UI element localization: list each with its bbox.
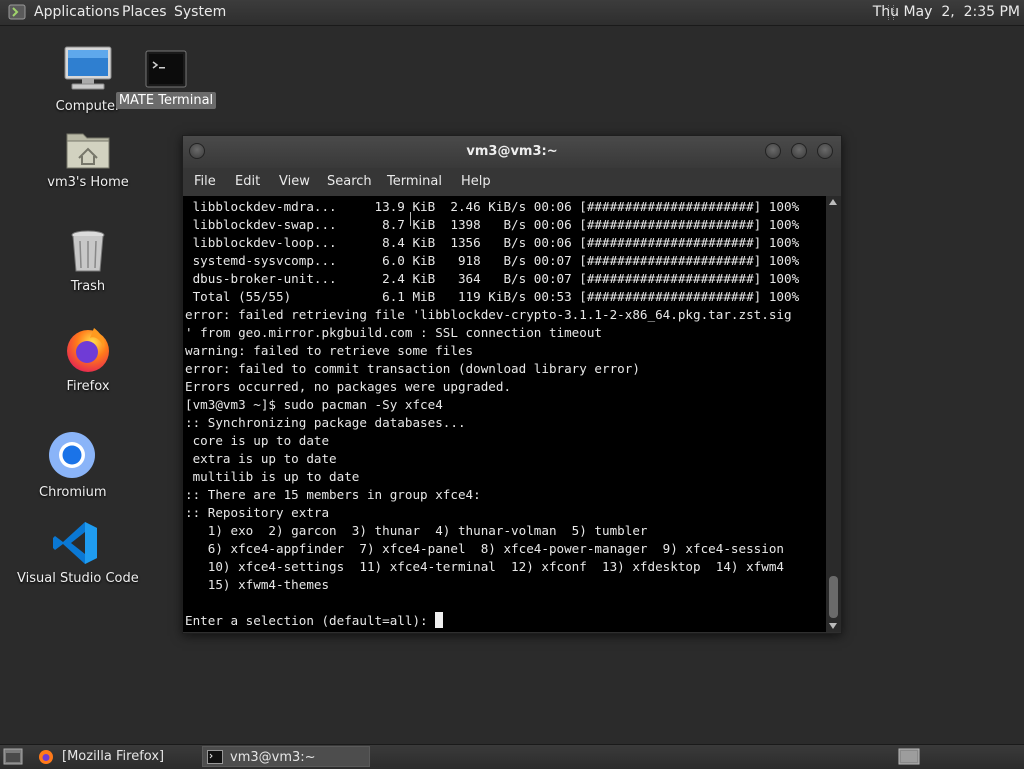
terminal-output[interactable]: libblockdev-mdra... 13.9 KiB 2.46 KiB/s … (183, 196, 826, 632)
mouse-ibeam-cursor (410, 212, 413, 226)
terminal-titlebar[interactable]: vm3@vm3:~ (183, 136, 841, 168)
desktop-icon-trash[interactable]: Trash (54, 228, 122, 295)
scroll-down-arrow-icon[interactable] (829, 623, 837, 629)
terminal-line: multilib is up to date (185, 469, 360, 484)
desktop-icon-label: MATE Terminal (115, 92, 217, 109)
taskbar-item-firefox[interactable]: [Mozilla Firefox] (34, 746, 200, 767)
menu-search[interactable]: Search (327, 168, 372, 196)
bottom-panel: [Mozilla Firefox] vm3@vm3:~ (0, 744, 1024, 769)
terminal-line: core is up to date (185, 433, 330, 448)
trash-icon (71, 230, 105, 272)
desktop-icon-label: Firefox (66, 379, 110, 394)
scrollbar-thumb[interactable] (829, 576, 838, 618)
firefox-icon (39, 750, 53, 764)
terminal-line: warning: failed to retrieve some files (185, 343, 474, 358)
terminal-line: dbus-broker-unit... 2.4 KiB 364 B/s 00:0… (185, 271, 800, 286)
scroll-up-arrow-icon[interactable] (829, 199, 837, 205)
computer-icon (64, 46, 112, 90)
desktop-icon-firefox[interactable]: Firefox (54, 324, 122, 395)
terminal-line: :: There are 15 members in group xfce4: (185, 487, 481, 502)
taskbar-item-terminal[interactable]: vm3@vm3:~ (202, 746, 370, 767)
desktop-icon-computer[interactable]: Computer (52, 44, 124, 115)
vscode-icon (53, 522, 97, 564)
desktop-icon-home[interactable]: vm3's Home (44, 128, 132, 191)
terminal-line: libblockdev-swap... 8.7 KiB 1398 B/s 00:… (185, 217, 800, 232)
applications-menu[interactable]: Applications (34, 0, 120, 25)
terminal-line: libblockdev-loop... 8.4 KiB 1356 B/s 00:… (185, 235, 800, 250)
terminal-prompt: Enter a selection (default=all): (185, 613, 436, 628)
terminal-text: libblockdev-mdra... 13.9 KiB 2.46 KiB/s … (185, 198, 799, 630)
terminal-line: error: failed to commit transaction (dow… (185, 361, 640, 376)
desktop-icon-vscode[interactable]: Visual Studio Code (14, 520, 139, 587)
desktop-icon-label: Computer (55, 99, 121, 114)
taskbar-item-label: vm3@vm3:~ (230, 750, 316, 765)
menu-edit[interactable]: Edit (235, 168, 260, 196)
menu-help[interactable]: Help (461, 168, 491, 196)
menu-file[interactable]: File (194, 168, 216, 196)
terminal-line: error: failed retrieving file 'libblockd… (185, 307, 792, 322)
terminal-line: [vm3@vm3 ~]$ sudo pacman -Sy xfce4 (185, 397, 443, 412)
maximize-button[interactable] (791, 143, 807, 159)
menu-terminal[interactable]: Terminal (387, 168, 442, 196)
terminal-line: Total (55/55) 6.1 MiB 119 KiB/s 00:53 [#… (185, 289, 800, 304)
terminal-window: vm3@vm3:~ File Edit View Search Terminal… (182, 135, 842, 634)
desktop-icon-label: Trash (70, 279, 106, 294)
window-title: vm3@vm3:~ (466, 144, 558, 159)
terminal-line: ' from geo.mirror.pkgbuild.com : SSL con… (185, 325, 603, 340)
system-menu[interactable]: System (174, 0, 226, 25)
terminal-line: 6) xfce4-appfinder 7) xfce4-panel 8) xfc… (185, 541, 784, 556)
minimize-button[interactable] (765, 143, 781, 159)
terminal-line: extra is up to date (185, 451, 337, 466)
menu-view[interactable]: View (279, 168, 310, 196)
desktop-icon-mate-terminal[interactable]: MATE Terminal (115, 50, 217, 109)
terminal-line: 10) xfce4-settings 11) xfce4-terminal 12… (185, 559, 784, 574)
terminal-line: Errors occurred, no packages were upgrad… (185, 379, 512, 394)
chromium-icon (49, 432, 95, 478)
home-folder-icon (66, 133, 110, 169)
clock[interactable]: Thu May 2, 2:35 PM (873, 0, 1020, 25)
desktop-icon-label: Chromium (39, 485, 107, 500)
desktop-icon-label: Visual Studio Code (17, 571, 139, 586)
terminal-line: :: Synchronizing package databases... (185, 415, 466, 430)
show-desktop-icon[interactable] (3, 748, 23, 765)
desktop-icon-label: vm3's Home (47, 175, 129, 190)
terminal-menubar: File Edit View Search Terminal Help (183, 168, 841, 196)
terminal-icon (145, 50, 187, 88)
text-cursor (435, 612, 444, 628)
terminal-line: 15) xfwm4-themes (185, 577, 330, 592)
terminal-line: :: Repository extra (185, 505, 330, 520)
top-panel: Applications Places System Thu May 2, 2:… (0, 0, 1024, 26)
close-button[interactable] (817, 143, 833, 159)
mate-menu-icon[interactable] (8, 4, 26, 20)
terminal-icon (207, 750, 223, 764)
terminal-line: libblockdev-mdra... 13.9 KiB 2.46 KiB/s … (185, 199, 800, 214)
workspace-switcher[interactable] (898, 748, 920, 765)
terminal-line: systemd-sysvcomp... 6.0 KiB 918 B/s 00:0… (185, 253, 800, 268)
terminal-line: 1) exo 2) garcon 3) thunar 4) thunar-vol… (185, 523, 648, 538)
taskbar-item-label: [Mozilla Firefox] (62, 749, 165, 764)
firefox-icon (67, 328, 109, 372)
desktop-icon-chromium[interactable]: Chromium (36, 430, 108, 501)
terminal-scrollbar[interactable] (826, 196, 841, 632)
places-menu[interactable]: Places (122, 0, 167, 25)
